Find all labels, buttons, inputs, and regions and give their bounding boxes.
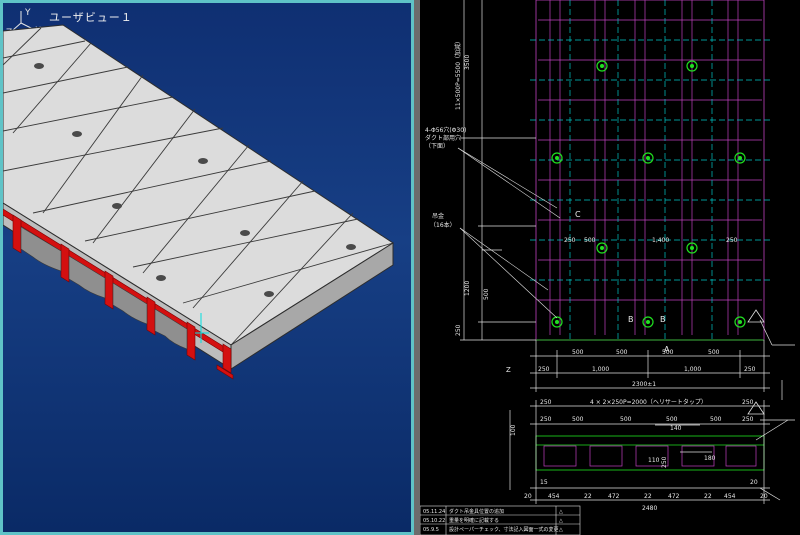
dim-s500d: 500 (710, 416, 722, 423)
axis-y-label: Y (24, 8, 31, 18)
cad-application: ユーザビュー１ Y X Z (0, 0, 800, 535)
drawing-canvas[interactable]: 3500 11×500P=5500（加減） 1200 500 250 4-Φ56… (420, 0, 800, 535)
dim-s20b: 20 (760, 493, 768, 500)
note-anchor-count: （16本） (430, 221, 456, 229)
dim-bar-spec: 4 × 2×250P=2000（ヘリサートタップ） (590, 398, 707, 406)
dim-d110: 110 (648, 457, 660, 464)
center-lines (530, 0, 770, 340)
mark-c: C (575, 210, 581, 219)
rebar-grid (538, 0, 762, 335)
dim-h250b: 250 (744, 366, 756, 373)
note-holes-line3: （下面） (425, 143, 449, 150)
rev-1-desc: ダクト吊金具位置の追加 (449, 508, 504, 515)
dim-s250c: 250 (540, 416, 552, 423)
note-holes-line2: ダクト部用穴 (425, 134, 461, 142)
dim-h500a: 500 (572, 349, 584, 356)
rev-3-mark: △ (559, 527, 563, 533)
dim-d250: 250 (661, 456, 668, 468)
dim-s472a: 472 (608, 493, 620, 500)
right-side-symbols (755, 319, 795, 501)
dim-m250b: 250 (726, 237, 738, 244)
drawing-sheet[interactable]: 3500 11×500P=5500（加減） 1200 500 250 4-Φ56… (420, 0, 800, 535)
rev-1-date: 05.11.24 (423, 509, 445, 515)
dim-s472b: 472 (668, 493, 680, 500)
dim-h500d: 500 (708, 349, 720, 356)
dim-1200: 1200 (464, 281, 471, 296)
rev-2-mark: △ (559, 518, 563, 524)
leader-lines (457, 147, 561, 319)
dim-m500: 500 (584, 237, 596, 244)
dim-500: 500 (483, 288, 490, 300)
dim-d140: 140 (670, 425, 682, 432)
dim-s454a: 454 (548, 493, 560, 500)
rev-3-date: 05.9.5 (423, 527, 439, 533)
section-outline (535, 435, 765, 471)
dim-s454b: 454 (724, 493, 736, 500)
model-canvas[interactable]: Y X Z (3, 3, 411, 532)
dim-s22a: 22 (584, 493, 592, 500)
rev-2-date: 05.10.22 (423, 518, 445, 524)
mark-z: Z (506, 366, 511, 374)
user-view-3d-viewport[interactable]: ユーザビュー１ Y X Z (0, 0, 414, 535)
mark-b: B (628, 315, 634, 324)
dim-250: 250 (455, 324, 462, 336)
dim-s500b: 500 (620, 416, 632, 423)
dim-d180: 180 (704, 455, 716, 462)
dim-3500: 3500 (464, 55, 471, 70)
dim-d15: 15 (540, 479, 548, 486)
dim-s22b: 22 (644, 493, 652, 500)
note-anchor: 吊金 (432, 212, 444, 220)
note-holes-title: 4-Φ56穴(Φ30) (425, 126, 466, 134)
rev-2-desc: 重量を明確に記載する (449, 517, 499, 524)
elevation-marker-icon (747, 309, 765, 323)
dim-s20a: 20 (524, 493, 532, 500)
rev-1-mark: △ (559, 509, 563, 515)
mark-b2: B (660, 315, 666, 324)
dim-s500c: 500 (666, 416, 678, 423)
dim-h1000b: 1,000 (684, 366, 701, 373)
dim-bolt-pitch: 11×500P=5500（加減） (454, 38, 462, 110)
dim-d20: 20 (750, 479, 758, 486)
rev-3-desc: 設計ペーパーチェック、寸法記入図面一式の変更 (449, 526, 559, 533)
dim-d100: 100 (510, 424, 517, 436)
dim-h500c: 500 (662, 349, 674, 356)
dim-s500a: 500 (572, 416, 584, 423)
dim-h1000a: 1,000 (592, 366, 609, 373)
anchor-markers (551, 60, 746, 328)
dim-m1400: 1,400 (652, 237, 669, 244)
dim-2480: 2480 (642, 505, 657, 512)
dim-h500b: 500 (616, 349, 628, 356)
left-dimensions (460, 0, 536, 341)
dim-m250: 250 (564, 237, 576, 244)
dim-h250a: 250 (538, 366, 550, 373)
dim-s22c: 22 (704, 493, 712, 500)
dim-s250b: 250 (742, 399, 754, 406)
dim-s250d: 250 (742, 416, 754, 423)
dim-total: 2300±1 (632, 381, 656, 388)
dim-s250a: 250 (540, 399, 552, 406)
